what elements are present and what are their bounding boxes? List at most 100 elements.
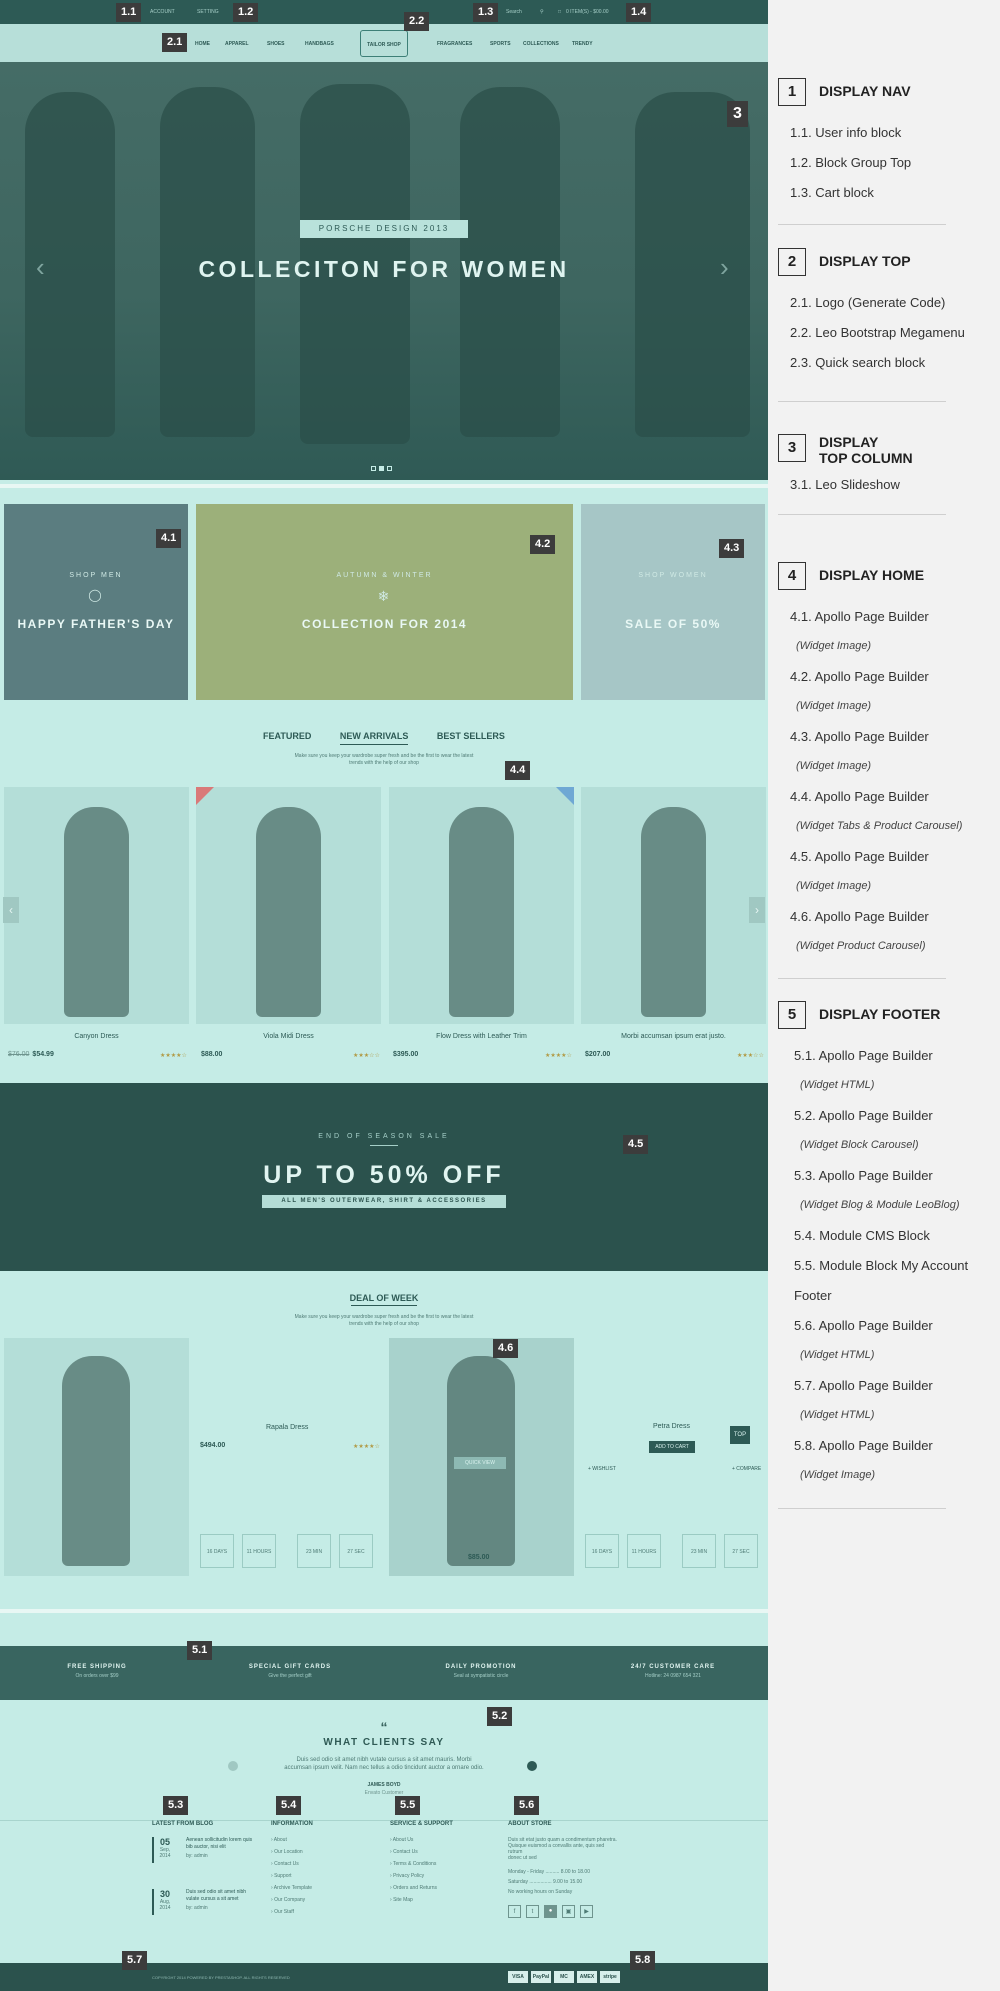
legend-item: 3.1. Leo Slideshow bbox=[790, 477, 900, 492]
cart-summary[interactable]: 0 ITEM(S) - $00.00 bbox=[566, 9, 609, 15]
compare-link[interactable]: + COMPARE bbox=[732, 1466, 761, 1472]
setting-dropdown[interactable]: SETTING bbox=[197, 9, 219, 15]
product-card-image[interactable] bbox=[4, 787, 189, 1024]
tab-new-arrivals[interactable]: NEW ARRIVALS bbox=[339, 731, 409, 745]
deal-product-image[interactable] bbox=[4, 1338, 189, 1576]
footer-link[interactable]: › Our Location bbox=[271, 1849, 371, 1855]
legend-item: 4.2. Apollo Page Builder bbox=[790, 669, 929, 684]
badge-5-4: 5.4 bbox=[276, 1796, 302, 1815]
banner-sub: SHOP WOMEN bbox=[638, 572, 708, 579]
dribbble-icon[interactable]: ● bbox=[544, 1905, 557, 1918]
footer-link[interactable]: › Site Map bbox=[390, 1897, 490, 1903]
sale-banner[interactable]: END OF SEASON SALE UP TO 50% OFF ALL MEN… bbox=[0, 1083, 768, 1271]
legend-item-sub: (Widget HTML) bbox=[800, 1349, 875, 1361]
wishlist-link[interactable]: + WISHLIST bbox=[588, 1466, 616, 1472]
main-nav: HOME APPAREL SHOES HANDBAGS TAILOR SHOP … bbox=[0, 24, 768, 62]
divider bbox=[370, 1145, 398, 1146]
legend-item: 5.5. Module Block My Account bbox=[794, 1258, 969, 1273]
banner-sale-50[interactable]: SHOP WOMEN SALE OF 50% bbox=[581, 504, 765, 700]
footer-link[interactable]: › Archive Template bbox=[271, 1885, 371, 1891]
legend-item-sub: (Widget Blog & Module LeoBlog) bbox=[800, 1199, 960, 1211]
hero-slideshow[interactable]: PORSCHE DESIGN 2013 COLLECITON FOR WOMEN… bbox=[0, 62, 768, 480]
footer-link[interactable]: › Contact Us bbox=[390, 1849, 490, 1855]
product-card-image[interactable] bbox=[196, 787, 381, 1024]
product-name[interactable]: Canyon Dress bbox=[4, 1033, 189, 1040]
slide-dot[interactable] bbox=[387, 466, 392, 471]
cart-icon[interactable]: □ bbox=[558, 9, 561, 15]
blog-title[interactable]: bib auctor, nisi elit bbox=[186, 1844, 226, 1850]
tab-best-sellers[interactable]: BEST SELLERS bbox=[437, 731, 505, 741]
blog-date: 05 Sep, 2014 bbox=[152, 1837, 176, 1863]
footer-link[interactable]: › Support bbox=[271, 1873, 371, 1879]
opening-hours: Monday - Friday .......... 8.00 to 18.00 bbox=[508, 1869, 590, 1875]
feature-sub: On orders over $99 bbox=[75, 1673, 119, 1679]
footer-link[interactable]: › Contact Us bbox=[271, 1861, 371, 1867]
testimonial-author: JAMES BOYD bbox=[367, 1782, 401, 1788]
search-icon[interactable]: ⚲ bbox=[540, 9, 544, 15]
deal-product-name[interactable]: Rapala Dress bbox=[266, 1424, 308, 1431]
legend-item: 1.2. Block Group Top bbox=[790, 155, 912, 170]
add-to-cart-button[interactable]: ADD TO CART bbox=[649, 1441, 695, 1453]
quick-view-button[interactable]: QUICK VIEW bbox=[454, 1457, 506, 1469]
footer-link[interactable]: › Our Company bbox=[271, 1897, 371, 1903]
blog-title[interactable]: vulate cursus a sit amet bbox=[186, 1896, 239, 1902]
footer-link[interactable]: › Terms & Conditions bbox=[390, 1861, 490, 1867]
footer-link[interactable]: › About Us bbox=[390, 1837, 490, 1843]
legend-item: 5.2. Apollo Page Builder bbox=[794, 1108, 933, 1123]
logo[interactable]: TAILOR SHOP bbox=[360, 30, 408, 57]
testimonial-next-button[interactable] bbox=[527, 1761, 537, 1771]
countdown-minutes: 23 MIN bbox=[682, 1534, 716, 1568]
sale-eyebrow: END OF SEASON SALE bbox=[318, 1133, 450, 1140]
slide-dot[interactable] bbox=[371, 466, 376, 471]
blog-post[interactable]: 05 Sep, 2014 Aenean sollicitudin lorem qu… bbox=[152, 1837, 262, 1879]
carousel-next-button[interactable]: › bbox=[749, 897, 765, 923]
product-name[interactable]: Flow Dress with Leather Trim bbox=[389, 1033, 574, 1040]
divider bbox=[778, 224, 946, 225]
blog-title[interactable]: Aenean sollicitudin lorem quis bbox=[186, 1837, 252, 1843]
footer-link[interactable]: › Orders and Returns bbox=[390, 1885, 490, 1891]
feature-item: FREE SHIPPING On orders over $99 bbox=[12, 1664, 182, 1679]
chevron-right-icon[interactable]: › bbox=[720, 252, 729, 283]
footer-link[interactable]: › Our Staff bbox=[271, 1909, 371, 1915]
account-dropdown[interactable]: ACCOUNT bbox=[150, 9, 175, 15]
nav-item-fragrances[interactable]: FRAGRANCES bbox=[437, 41, 472, 47]
nav-item-sports[interactable]: SPORTS bbox=[490, 41, 511, 47]
instagram-icon[interactable]: ▣ bbox=[562, 1905, 575, 1918]
product-name[interactable]: Viola Midi Dress bbox=[196, 1033, 381, 1040]
testimonial-prev-button[interactable] bbox=[228, 1761, 238, 1771]
countdown-hours: 11 HOURS bbox=[242, 1534, 276, 1568]
nav-item-shoes[interactable]: SHOES bbox=[267, 41, 285, 47]
nav-item-trendy[interactable]: TRENDY bbox=[572, 41, 593, 47]
slideshow-dots[interactable] bbox=[371, 458, 395, 476]
back-to-top-button[interactable]: TOP bbox=[730, 1426, 750, 1444]
quote-icon: “ bbox=[380, 1719, 388, 1735]
search-input[interactable]: Search bbox=[506, 9, 522, 15]
deal-product-name[interactable]: Petra Dress bbox=[653, 1423, 690, 1430]
legend-item-sub: (Widget Image) bbox=[796, 760, 872, 772]
footer-about: ABOUT STORE Duis sit etat justo quam a c… bbox=[508, 1821, 618, 1981]
blog-title[interactable]: Duis sed odio sit amet nibh bbox=[186, 1889, 246, 1895]
footer-link[interactable]: › Privacy Policy bbox=[390, 1873, 490, 1879]
nav-item-collections[interactable]: COLLECTIONS bbox=[523, 41, 559, 47]
nav-item-home[interactable]: HOME bbox=[195, 41, 210, 47]
product-name[interactable]: Morbi accumsan ipsum erat justo. bbox=[581, 1033, 766, 1040]
facebook-icon[interactable]: f bbox=[508, 1905, 521, 1918]
youtube-icon[interactable]: ▶ bbox=[580, 1905, 593, 1918]
mustache-icon: ◯ bbox=[88, 588, 104, 602]
product-card-image[interactable] bbox=[581, 787, 766, 1024]
legend-item: 4.6. Apollo Page Builder bbox=[790, 909, 929, 924]
nav-item-handbags[interactable]: HANDBAGS bbox=[305, 41, 334, 47]
product-card-image[interactable] bbox=[389, 787, 574, 1024]
slide-dot[interactable] bbox=[379, 466, 384, 471]
banner-collection-2014[interactable]: AUTUMN & WINTER ❄ COLLECTION FOR 2014 bbox=[196, 504, 573, 700]
tab-featured[interactable]: FEATURED bbox=[263, 731, 311, 741]
carousel-prev-button[interactable]: ‹ bbox=[3, 897, 19, 923]
banner-sub: SHOP MEN bbox=[69, 572, 123, 579]
footer-link[interactable]: › About bbox=[271, 1837, 371, 1843]
chevron-left-icon[interactable]: ‹ bbox=[36, 252, 45, 283]
legend-item: 2.3. Quick search block bbox=[790, 355, 926, 370]
nav-item-apparel[interactable]: APPAREL bbox=[225, 41, 249, 47]
twitter-icon[interactable]: t bbox=[526, 1905, 539, 1918]
blog-post[interactable]: 30 Aug, 2014 Duis sed odio sit amet nibh … bbox=[152, 1889, 262, 1931]
page: ACCOUNT SETTING Search ⚲ □ 0 ITEM(S) - $… bbox=[0, 0, 1000, 1991]
